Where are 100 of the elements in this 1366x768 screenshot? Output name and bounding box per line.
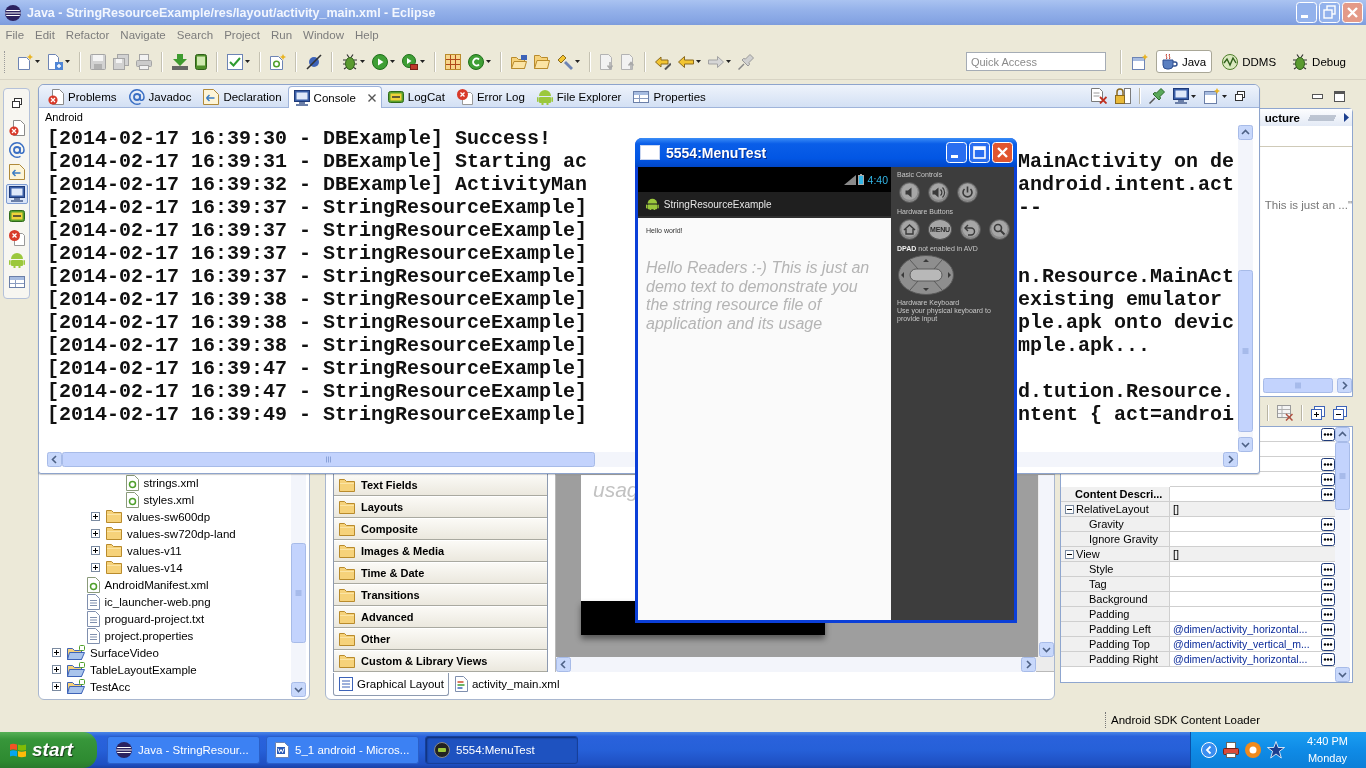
caret-icon[interactable] xyxy=(245,60,250,63)
tree-item[interactable]: values-sw600dp xyxy=(127,510,211,523)
grid-icon[interactable] xyxy=(445,53,461,70)
palette-category[interactable]: Composite xyxy=(334,518,547,540)
expand-icon[interactable] xyxy=(52,665,61,674)
expand-all-icon[interactable] xyxy=(1311,406,1325,420)
caret-icon[interactable] xyxy=(65,60,70,63)
horizontal-scrollbar[interactable] xyxy=(556,657,1036,672)
phone-icon[interactable] xyxy=(195,53,207,70)
taskbar-button[interactable]: 5_1 android - Micros... xyxy=(266,736,419,764)
collapse-all-icon[interactable] xyxy=(1333,406,1347,420)
play-icon[interactable] xyxy=(372,53,388,70)
pin-icon[interactable] xyxy=(1149,88,1165,104)
view-tab[interactable]: Properties xyxy=(627,86,712,107)
wave-circle-icon[interactable] xyxy=(1222,53,1239,70)
caret-icon[interactable] xyxy=(726,60,731,63)
taskbar-button[interactable]: 5554:MenuTest xyxy=(425,736,578,764)
editor-tab[interactable]: Graphical Layout xyxy=(333,673,449,696)
slashed-dot-icon[interactable] xyxy=(306,53,322,70)
printer-icon[interactable] xyxy=(1223,742,1239,758)
expand-icon[interactable] xyxy=(91,512,100,521)
folder-type-icon[interactable] xyxy=(511,54,527,69)
start-button[interactable]: start xyxy=(0,732,97,768)
perspective-button[interactable]: Debug xyxy=(1286,50,1352,73)
open-folder-icon[interactable] xyxy=(534,54,550,69)
tree-item[interactable]: TestAcc xyxy=(90,680,131,693)
flashlight-icon[interactable] xyxy=(557,53,573,70)
expand-icon[interactable] xyxy=(91,529,100,538)
view-tab[interactable]: Declaration xyxy=(197,86,288,107)
view-tab[interactable]: Problems xyxy=(42,86,123,107)
ellipsis-icon[interactable] xyxy=(1320,427,1335,441)
editor-tab[interactable]: activity_main.xml xyxy=(448,673,565,696)
tree-item[interactable]: SurfaceVideo xyxy=(90,646,159,659)
expand-icon[interactable] xyxy=(91,563,100,572)
ellipsis-icon[interactable] xyxy=(1320,457,1335,471)
star-icon[interactable] xyxy=(1267,741,1285,759)
caret-icon[interactable] xyxy=(35,60,40,63)
palette-category[interactable]: Advanced xyxy=(334,606,547,628)
dpad-icon[interactable] xyxy=(898,255,954,295)
back-icon[interactable] xyxy=(960,219,981,240)
ellipsis-icon[interactable] xyxy=(1320,577,1335,591)
caret-icon[interactable] xyxy=(420,60,425,63)
menu-item[interactable]: Project xyxy=(218,28,266,41)
bug-icon[interactable] xyxy=(342,53,358,70)
tree-item[interactable]: values-sw720dp-land xyxy=(127,527,236,540)
vertical-scrollbar[interactable] xyxy=(1238,125,1253,452)
clear-console-icon[interactable] xyxy=(1091,88,1107,104)
scroll-lock-icon[interactable] xyxy=(1115,88,1131,104)
bug-icon[interactable] xyxy=(1292,53,1309,70)
restore-icon[interactable] xyxy=(1235,91,1245,101)
download-arrow-icon[interactable] xyxy=(172,53,188,70)
ellipsis-icon[interactable] xyxy=(1320,472,1335,486)
menu-item[interactable]: Window xyxy=(297,28,350,41)
view-tab[interactable]: LogCat xyxy=(381,86,451,107)
outline-item[interactable]: This is just an ..." xyxy=(1264,199,1352,211)
new-document-icon[interactable] xyxy=(47,53,63,70)
chevron-right-icon[interactable] xyxy=(1344,113,1349,122)
tree-item[interactable]: ic_launcher-web.png xyxy=(104,595,211,608)
perspective-button[interactable]: Java xyxy=(1155,50,1213,73)
collapse-icon[interactable] xyxy=(1065,549,1074,559)
expand-icon[interactable] xyxy=(52,682,61,691)
tree-item[interactable]: proguard-project.txt xyxy=(104,612,205,625)
taskbar-button[interactable]: Java - StringResour... xyxy=(107,736,260,764)
window-plus-icon[interactable] xyxy=(1131,53,1148,70)
quick-access-field[interactable]: Quick Access xyxy=(965,52,1106,71)
minimize-icon[interactable] xyxy=(1312,93,1323,99)
caret-icon[interactable] xyxy=(360,60,365,63)
palette-category[interactable]: Custom & Library Views xyxy=(334,650,547,672)
palette-category[interactable]: Other xyxy=(334,628,547,650)
chevron-left-icon[interactable] xyxy=(1201,742,1217,758)
horizontal-scrollbar[interactable] xyxy=(1263,378,1352,393)
caret-icon[interactable] xyxy=(486,60,491,63)
volume-down-icon[interactable] xyxy=(899,182,920,203)
ellipsis-icon[interactable] xyxy=(1320,517,1335,531)
view-tab[interactable]: Javadoc xyxy=(122,86,198,107)
palette-category[interactable]: Time & Date xyxy=(334,562,547,584)
palette-category[interactable]: Transitions xyxy=(334,584,547,606)
view-tab[interactable]: Error Log xyxy=(450,86,531,107)
volume-up-icon[interactable] xyxy=(928,182,949,203)
maximize-icon[interactable] xyxy=(1334,90,1345,102)
play-toolbox-icon[interactable] xyxy=(402,53,418,70)
checkbox-icon[interactable] xyxy=(227,53,243,70)
expand-icon[interactable] xyxy=(52,648,61,657)
search-icon[interactable] xyxy=(989,219,1010,240)
tree-item[interactable]: values-v14 xyxy=(127,561,183,574)
table-filter-icon[interactable] xyxy=(1277,405,1293,421)
power-icon[interactable] xyxy=(957,182,978,203)
restore-icon[interactable] xyxy=(11,98,22,108)
pencil-arrow-icon[interactable] xyxy=(655,53,671,70)
caret-icon[interactable] xyxy=(575,60,580,63)
expand-icon[interactable] xyxy=(91,546,100,555)
menu-item[interactable]: Navigate xyxy=(114,28,172,41)
monitor-icon[interactable] xyxy=(1173,88,1189,104)
caret-icon[interactable] xyxy=(1191,94,1196,98)
ellipsis-icon[interactable] xyxy=(1320,562,1335,576)
ellipsis-icon[interactable] xyxy=(1320,652,1335,666)
tree-item[interactable]: TableLayoutExample xyxy=(90,663,197,676)
cup-icon[interactable] xyxy=(1161,53,1178,70)
ring-icon[interactable] xyxy=(1245,742,1261,758)
back-arrow-icon[interactable] xyxy=(678,55,694,68)
